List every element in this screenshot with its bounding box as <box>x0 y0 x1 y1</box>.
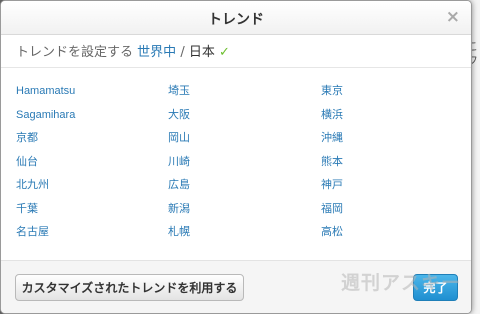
location-link[interactable]: 新潟 <box>168 201 321 225</box>
location-link[interactable]: 札幌 <box>168 224 321 248</box>
breadcrumb-prefix: トレンドを設定する <box>16 45 134 60</box>
location-link[interactable]: 広島 <box>168 177 321 201</box>
location-link[interactable]: 神戸 <box>321 177 456 201</box>
location-link[interactable]: 福岡 <box>321 201 456 225</box>
location-link[interactable]: 川崎 <box>168 154 321 178</box>
location-link[interactable]: 東京 <box>321 83 456 107</box>
location-grid: Hamamatsu 埼玉 東京 Sagamihara 大阪 横浜 京都 岡山 沖… <box>16 83 456 248</box>
check-icon: ✓ <box>219 45 230 60</box>
location-link[interactable]: 仙台 <box>16 154 168 178</box>
dialog-title-bar: トレンド × <box>1 1 471 35</box>
location-link[interactable]: Hamamatsu <box>16 83 168 107</box>
location-link[interactable]: 名古屋 <box>16 224 168 248</box>
location-link[interactable]: 北九州 <box>16 177 168 201</box>
breadcrumb-separator: / <box>180 45 185 60</box>
location-link[interactable]: 大阪 <box>168 107 321 131</box>
breadcrumb-world-link[interactable]: 世界中 <box>137 45 176 60</box>
breadcrumb-current: 日本 <box>188 45 215 60</box>
watermark: 週刊アスキー <box>341 272 462 294</box>
location-link[interactable]: 横浜 <box>321 107 456 131</box>
divider <box>1 67 471 68</box>
location-link[interactable]: 京都 <box>16 130 168 154</box>
location-link[interactable]: Sagamihara <box>16 107 168 131</box>
close-icon[interactable]: × <box>446 7 460 27</box>
use-custom-trends-button[interactable]: カスタマイズされたトレンドを利用する <box>15 274 244 301</box>
location-link[interactable]: 沖縄 <box>321 130 456 154</box>
location-link[interactable]: 岡山 <box>168 130 321 154</box>
location-link[interactable]: 千葉 <box>16 201 168 225</box>
location-link[interactable]: 埼玉 <box>168 83 321 107</box>
breadcrumb: トレンドを設定する 世界中 / 日本 ✓ <box>16 41 230 61</box>
location-link[interactable]: 熊本 <box>321 154 456 178</box>
location-link[interactable]: 高松 <box>321 224 456 248</box>
dialog-title: トレンド <box>208 12 264 28</box>
trends-dialog: トレンド × トレンドを設定する 世界中 / 日本 ✓ Hamamatsu 埼玉… <box>0 0 472 314</box>
